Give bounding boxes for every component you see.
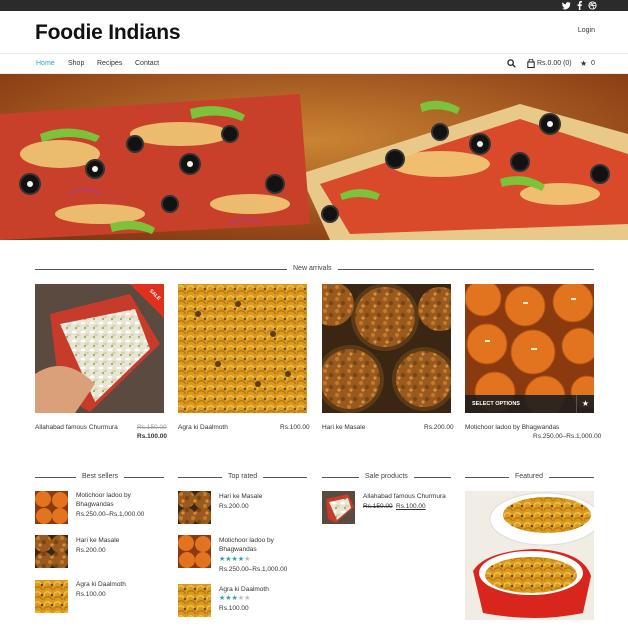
facebook-icon[interactable]: [575, 1, 584, 10]
top-rated-title: Top rated: [222, 473, 264, 480]
wishlist-count[interactable]: 0: [591, 60, 595, 67]
thumb-daalmoth[interactable]: [35, 580, 68, 613]
thumb-masale[interactable]: [178, 491, 211, 524]
top-bar: [0, 0, 628, 11]
twitter-icon[interactable]: [562, 1, 571, 10]
wishlist-star-icon[interactable]: ★: [576, 395, 594, 413]
rating-stars: ★★★★★: [219, 556, 251, 563]
select-options-label: SELECT OPTIONS: [472, 401, 520, 407]
product-image-churmura[interactable]: SALE: [35, 284, 164, 413]
widget-product-price: Rs.100.00: [76, 591, 106, 598]
widget-product-price: Rs.200.00: [219, 503, 249, 510]
product-price: Rs.200.00: [424, 424, 454, 431]
product-image-masale[interactable]: [322, 284, 451, 413]
cart-total[interactable]: Rs.0.00 (0): [537, 60, 572, 67]
hero-banner: [0, 74, 628, 240]
widget-product-price: Rs.100.00: [396, 503, 426, 510]
select-options-button[interactable]: SELECT OPTIONS ★: [465, 395, 594, 413]
product-name[interactable]: Motichoor ladoo by Bhagwandas: [465, 424, 559, 431]
thumb-masale[interactable]: [35, 535, 68, 568]
product-old-price: Rs.150.00: [137, 424, 167, 431]
dribbble-icon[interactable]: [588, 1, 597, 10]
featured-title: Featured: [509, 473, 550, 480]
widget-product-name[interactable]: Agra ki Daalmoth: [76, 580, 166, 589]
widget-product-name[interactable]: Motichoor ladoo by Bhagwandas: [76, 491, 166, 509]
product-name[interactable]: Allahabad famous Churmura: [35, 424, 118, 431]
nav-item-home[interactable]: Home: [36, 60, 55, 67]
site-logo[interactable]: Foodie Indians: [35, 21, 181, 45]
product-image-daalmoth[interactable]: [178, 284, 307, 413]
nav-item-recipes[interactable]: Recipes: [97, 60, 122, 67]
thumb-ladoo[interactable]: [178, 535, 211, 568]
widget-product-name[interactable]: Hari ke Masale: [219, 492, 309, 501]
widget-product-price: Rs.250.00–Rs.1,000.00: [219, 566, 288, 573]
widget-product-price: Rs.200.00: [76, 547, 106, 554]
main-nav: Home Shop Recipes Contact Rs.0.00 (0) ★ …: [0, 53, 628, 74]
featured-image[interactable]: [465, 491, 594, 620]
rating-stars: ★★★★★: [219, 595, 251, 602]
product-price: Rs.100.00: [137, 433, 167, 440]
product-price: Rs.100.00: [280, 424, 310, 431]
thumb-churmura[interactable]: [322, 491, 355, 524]
thumb-daalmoth[interactable]: [178, 584, 211, 617]
site-header: Foodie Indians Login: [0, 11, 628, 53]
widget-product-price: Rs.100.00: [219, 605, 249, 612]
product-image-ladoo[interactable]: SELECT OPTIONS ★: [465, 284, 594, 413]
best-sellers-title: Best sellers: [76, 473, 125, 480]
search-icon[interactable]: [507, 59, 516, 70]
sale-products-title: Sale products: [359, 473, 414, 480]
widget-product-name[interactable]: Motichoor ladoo by Bhagwandas: [219, 536, 309, 554]
widget-product-name[interactable]: Hari ke Masale: [76, 536, 166, 545]
widget-product-name[interactable]: Agra ki Daalmoth: [219, 585, 309, 594]
product-name[interactable]: Hari ke Masale: [322, 424, 365, 431]
wishlist-star-icon[interactable]: ★: [580, 59, 587, 68]
product-name[interactable]: Agra ki Daalmoth: [178, 424, 228, 431]
product-price: Rs.250.00–Rs.1,000.00: [533, 433, 602, 440]
widget-product-price: Rs.250.00–Rs.1,000.00: [76, 511, 145, 518]
nav-item-contact[interactable]: Contact: [135, 60, 159, 67]
thumb-ladoo[interactable]: [35, 491, 68, 524]
cart-icon[interactable]: [527, 58, 535, 70]
widget-product-name[interactable]: Allahabad famous Churmura: [363, 492, 453, 501]
widget-product-old-price: Rs.150.00: [363, 503, 393, 510]
sale-badge: [130, 284, 164, 318]
new-arrivals-title: New arrivals: [287, 265, 338, 272]
nav-item-shop[interactable]: Shop: [68, 60, 84, 67]
login-link[interactable]: Login: [578, 27, 595, 34]
